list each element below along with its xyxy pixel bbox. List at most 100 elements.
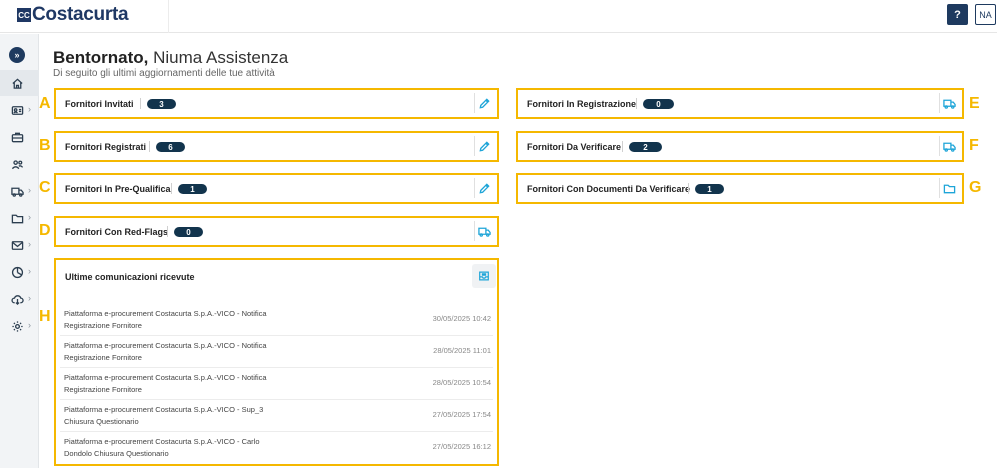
sidebar: » › › › › › › › — [0, 34, 39, 468]
message-subject-cont: Dondolo Chiusura Questionario — [64, 449, 169, 458]
card-separator — [688, 183, 689, 194]
chevron-double-right-icon[interactable]: » — [9, 47, 25, 63]
annotation-letter-d: D — [39, 222, 51, 239]
message-row[interactable]: Piattaforma e-procurement Costacurta S.p… — [60, 432, 493, 464]
user-menu-button[interactable]: NA — [975, 4, 996, 25]
sidebar-item-anagrafica[interactable]: › — [0, 97, 39, 123]
message-date: 27/05/2025 16:12 — [432, 442, 491, 451]
count-badge: 6 — [156, 142, 185, 152]
annotation-letter-b: B — [39, 137, 51, 154]
truck-button[interactable] — [474, 221, 494, 241]
logo[interactable]: CC Costacurta — [17, 3, 129, 27]
page-title: Bentornato, Niuma Assistenza — [53, 48, 288, 68]
pencil-icon — [479, 182, 490, 194]
card-separator — [167, 226, 168, 237]
inbox-button[interactable] — [472, 264, 496, 288]
card-fornitori-registrati[interactable]: Fornitori Registrati 6 — [54, 131, 499, 162]
message-date: 28/05/2025 10:54 — [432, 378, 491, 387]
card-fornitori-red-flags[interactable]: Fornitori Con Red-Flags 0 — [54, 216, 499, 247]
folder-icon — [943, 184, 956, 193]
page-subtitle: Di seguito gli ultimi aggiornamenti dell… — [53, 68, 275, 79]
message-date: 30/05/2025 10:42 — [432, 314, 491, 323]
topbar-divider — [168, 0, 169, 33]
annotation-letter-h: H — [39, 308, 51, 325]
mail-icon — [10, 238, 24, 252]
message-date: 27/05/2025 17:54 — [432, 410, 491, 419]
chevron-right-icon: › — [28, 239, 31, 249]
card-separator — [636, 98, 637, 109]
card-fornitori-pre-qualifica[interactable]: Fornitori In Pre-Qualifica 1 — [54, 173, 499, 204]
message-row[interactable]: Piattaforma e-procurement Costacurta S.p… — [60, 368, 493, 400]
card-fornitori-invitati[interactable]: Fornitori Invitati 3 — [54, 88, 499, 119]
card-title: Fornitori In Pre-Qualifica — [65, 184, 171, 194]
chevron-right-icon: › — [28, 266, 31, 276]
sidebar-item-messaggi[interactable]: › — [0, 232, 39, 258]
chevron-right-icon: › — [28, 212, 31, 222]
sidebar-item-utenti[interactable] — [0, 151, 39, 177]
inbox-icon — [479, 271, 489, 281]
gear-icon — [10, 319, 24, 333]
sidebar-item-home[interactable] — [0, 70, 39, 96]
chevron-right-icon: › — [28, 104, 31, 114]
folder-button[interactable] — [939, 178, 959, 198]
chevron-right-icon: › — [28, 293, 31, 303]
truck-button[interactable] — [939, 93, 959, 113]
edit-button[interactable] — [474, 93, 494, 113]
folder-icon — [10, 211, 24, 225]
pencil-icon — [479, 97, 490, 109]
logo-text: Costacurta — [32, 4, 129, 25]
sidebar-item-documenti[interactable]: › — [0, 205, 39, 231]
card-fornitori-da-verificare[interactable]: Fornitori Da Verificare 2 — [516, 131, 964, 162]
cloud-download-icon — [10, 292, 24, 306]
help-button[interactable]: ? — [947, 4, 968, 25]
sidebar-item-report[interactable]: › — [0, 259, 39, 285]
message-subject-cont: Registrazione Fornitore — [64, 353, 142, 362]
annotation-letter-e: E — [969, 95, 980, 112]
truck-icon — [10, 184, 24, 198]
count-badge: 2 — [629, 142, 662, 152]
top-bar: CC Costacurta ? NA — [0, 0, 997, 33]
card-title: Fornitori Con Documenti Da Verificare — [527, 184, 691, 194]
card-separator — [622, 141, 623, 152]
card-title: Fornitori Invitati — [65, 99, 134, 109]
message-row[interactable]: Piattaforma e-procurement Costacurta S.p… — [60, 304, 493, 336]
pencil-icon — [479, 140, 490, 152]
card-fornitori-in-registrazione[interactable]: Fornitori In Registrazione 0 — [516, 88, 964, 119]
annotation-letter-f: F — [969, 137, 979, 154]
message-subject: Piattaforma e-procurement Costacurta S.p… — [64, 309, 267, 318]
card-title: Fornitori In Registrazione — [527, 99, 637, 109]
message-subject-cont: Registrazione Fornitore — [64, 385, 142, 394]
chevron-right-icon: › — [28, 185, 31, 195]
annotation-letter-c: C — [39, 179, 51, 196]
message-row[interactable]: Piattaforma e-procurement Costacurta S.p… — [60, 400, 493, 432]
card-title: Fornitori Registrati — [65, 142, 147, 152]
chevron-right-icon: › — [28, 320, 31, 330]
message-subject: Piattaforma e-procurement Costacurta S.p… — [64, 373, 267, 382]
sidebar-item-fornitori[interactable]: › — [0, 178, 39, 204]
card-title: Fornitori Con Red-Flags — [65, 227, 168, 237]
truck-button[interactable] — [939, 136, 959, 156]
count-badge: 3 — [147, 99, 176, 109]
card-separator — [149, 141, 150, 152]
message-row[interactable]: Piattaforma e-procurement Costacurta S.p… — [60, 336, 493, 368]
truck-icon — [478, 227, 491, 237]
message-subject: Piattaforma e-procurement Costacurta S.p… — [64, 437, 260, 446]
users-icon — [10, 157, 24, 171]
greeting: Bentornato, — [53, 48, 149, 67]
edit-button[interactable] — [474, 136, 494, 156]
sidebar-item-impostazioni[interactable]: › — [0, 313, 39, 339]
id-card-icon — [10, 103, 24, 117]
message-subject-cont: Registrazione Fornitore — [64, 321, 142, 330]
count-badge: 0 — [643, 99, 674, 109]
truck-icon — [943, 99, 956, 109]
messages-panel: Ultime comunicazioni ricevute Piattaform… — [54, 258, 499, 466]
message-subject: Piattaforma e-procurement Costacurta S.p… — [64, 405, 264, 414]
messages-title: Ultime comunicazioni ricevute — [65, 272, 195, 282]
sidebar-item-lavori[interactable] — [0, 124, 39, 150]
count-badge: 1 — [695, 184, 724, 194]
edit-button[interactable] — [474, 178, 494, 198]
card-fornitori-documenti-da-verificare[interactable]: Fornitori Con Documenti Da Verificare 1 — [516, 173, 964, 204]
message-subject-cont: Chiusura Questionario — [64, 417, 139, 426]
briefcase-icon — [10, 130, 24, 144]
sidebar-item-download[interactable]: › — [0, 286, 39, 312]
